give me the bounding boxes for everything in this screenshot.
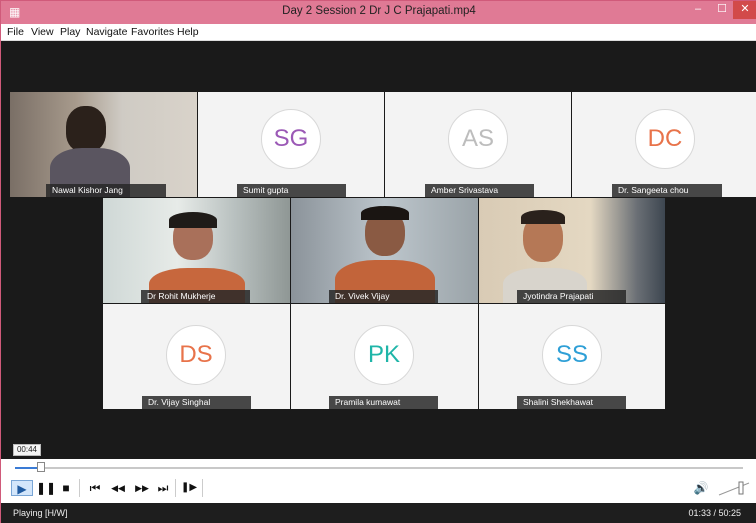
participant-tile-avatar: PK Pramila kumawat xyxy=(291,304,478,409)
avatar-initials: SG xyxy=(273,125,309,152)
avatar: DC xyxy=(635,109,695,169)
playback-controls: ▶ ❚❚ ■ ⏮ ◀◀ ▶▶ ⏭ ❚▶ 🔊 xyxy=(1,459,756,503)
seek-thumb[interactable] xyxy=(37,462,45,472)
avatar: SS xyxy=(542,325,602,385)
window-title: Day 2 Session 2 Dr J C Prajapati.mp4 xyxy=(282,5,476,17)
volume-icon[interactable]: 🔊 xyxy=(691,480,711,496)
avatar-initials: SS xyxy=(555,341,588,368)
participant-name: Amber Srivastava xyxy=(425,184,534,197)
stop-button[interactable]: ■ xyxy=(57,480,75,496)
participant-tile-video: Dr Rohit Mukherje xyxy=(103,198,290,303)
pause-button[interactable]: ❚❚ xyxy=(36,480,56,496)
previous-button[interactable]: ⏮ xyxy=(85,480,105,496)
menu-view[interactable]: View xyxy=(31,26,54,38)
menu-favorites[interactable]: Favorites xyxy=(131,26,174,38)
avatar-initials: DS xyxy=(179,341,213,368)
next-button[interactable]: ⏭ xyxy=(153,480,173,496)
separator xyxy=(175,479,176,497)
status-bar: Playing [H/W] 01:33 / 50:25 xyxy=(1,503,756,523)
seek-progress xyxy=(15,467,37,469)
maximize-button[interactable]: ☐ xyxy=(711,1,733,19)
participant-name: Jyotindra Prajapati xyxy=(517,290,626,303)
participant-name: Shalini Shekhawat xyxy=(517,396,626,409)
media-player-window: ▦ Day 2 Session 2 Dr J C Prajapati.mp4 –… xyxy=(0,0,756,523)
participant-tile-video: Dr. Vivek Vijay xyxy=(291,198,478,303)
participant-head xyxy=(66,106,106,152)
participant-tile-avatar: AS Amber Srivastava xyxy=(385,92,571,197)
participant-name: Dr. Vivek Vijay xyxy=(329,290,438,303)
menu-play[interactable]: Play xyxy=(60,26,80,38)
menu-bar: File View Play Navigate Favorites Help xyxy=(1,24,756,41)
participant-tile-video: Nawal Kishor Jang xyxy=(10,92,197,197)
participant-name: Nawal Kishor Jang xyxy=(46,184,166,197)
participant-name: Dr Rohit Mukherje xyxy=(141,290,250,303)
avatar: AS xyxy=(448,109,508,169)
separator xyxy=(79,479,80,497)
participant-tile-avatar: SG Sumit gupta xyxy=(198,92,384,197)
avatar-initials: PK xyxy=(367,341,400,368)
menu-help[interactable]: Help xyxy=(177,26,199,38)
time-display: 01:33 / 50:25 xyxy=(688,508,741,518)
participant-hair xyxy=(521,210,565,224)
participant-name: Sumit gupta xyxy=(237,184,346,197)
menu-navigate[interactable]: Navigate xyxy=(86,26,127,38)
participant-tile-avatar: DS Dr. Vijay Singhal xyxy=(103,304,290,409)
fast-forward-button[interactable]: ▶▶ xyxy=(131,480,153,496)
title-bar: ▦ Day 2 Session 2 Dr J C Prajapati.mp4 –… xyxy=(1,1,756,24)
participant-name: Pramila kumawat xyxy=(329,396,438,409)
participant-hair xyxy=(361,206,409,220)
volume-slider[interactable] xyxy=(717,479,751,497)
seek-bar[interactable] xyxy=(15,467,743,469)
rewind-button[interactable]: ◀◀ xyxy=(107,480,129,496)
frame-step-button[interactable]: ❚▶ xyxy=(179,480,199,496)
participant-tile-avatar: DC Dr. Sangeeta chou xyxy=(572,92,756,197)
avatar-initials: AS xyxy=(461,125,494,152)
playback-state: Playing [H/W] xyxy=(13,508,68,518)
menu-file[interactable]: File xyxy=(7,26,24,38)
participant-name: Dr. Sangeeta chou xyxy=(612,184,722,197)
time-overlay: 00:44 xyxy=(13,444,41,456)
avatar: DS xyxy=(166,325,226,385)
minimize-button[interactable]: – xyxy=(685,1,711,19)
avatar: PK xyxy=(354,325,414,385)
avatar: SG xyxy=(261,109,321,169)
video-frame[interactable]: Nawal Kishor Jang SG Sumit gupta AS Ambe… xyxy=(8,41,756,459)
separator xyxy=(202,479,203,497)
participant-tile-avatar: SS Shalini Shekhawat xyxy=(479,304,665,409)
close-button[interactable]: ✕ xyxy=(733,1,756,19)
participant-name: Dr. Vijay Singhal xyxy=(142,396,251,409)
participant-hair xyxy=(169,212,217,228)
play-button[interactable]: ▶ xyxy=(11,480,33,496)
avatar-initials: DC xyxy=(647,125,683,152)
participant-tile-video: Jyotindra Prajapati xyxy=(479,198,665,303)
